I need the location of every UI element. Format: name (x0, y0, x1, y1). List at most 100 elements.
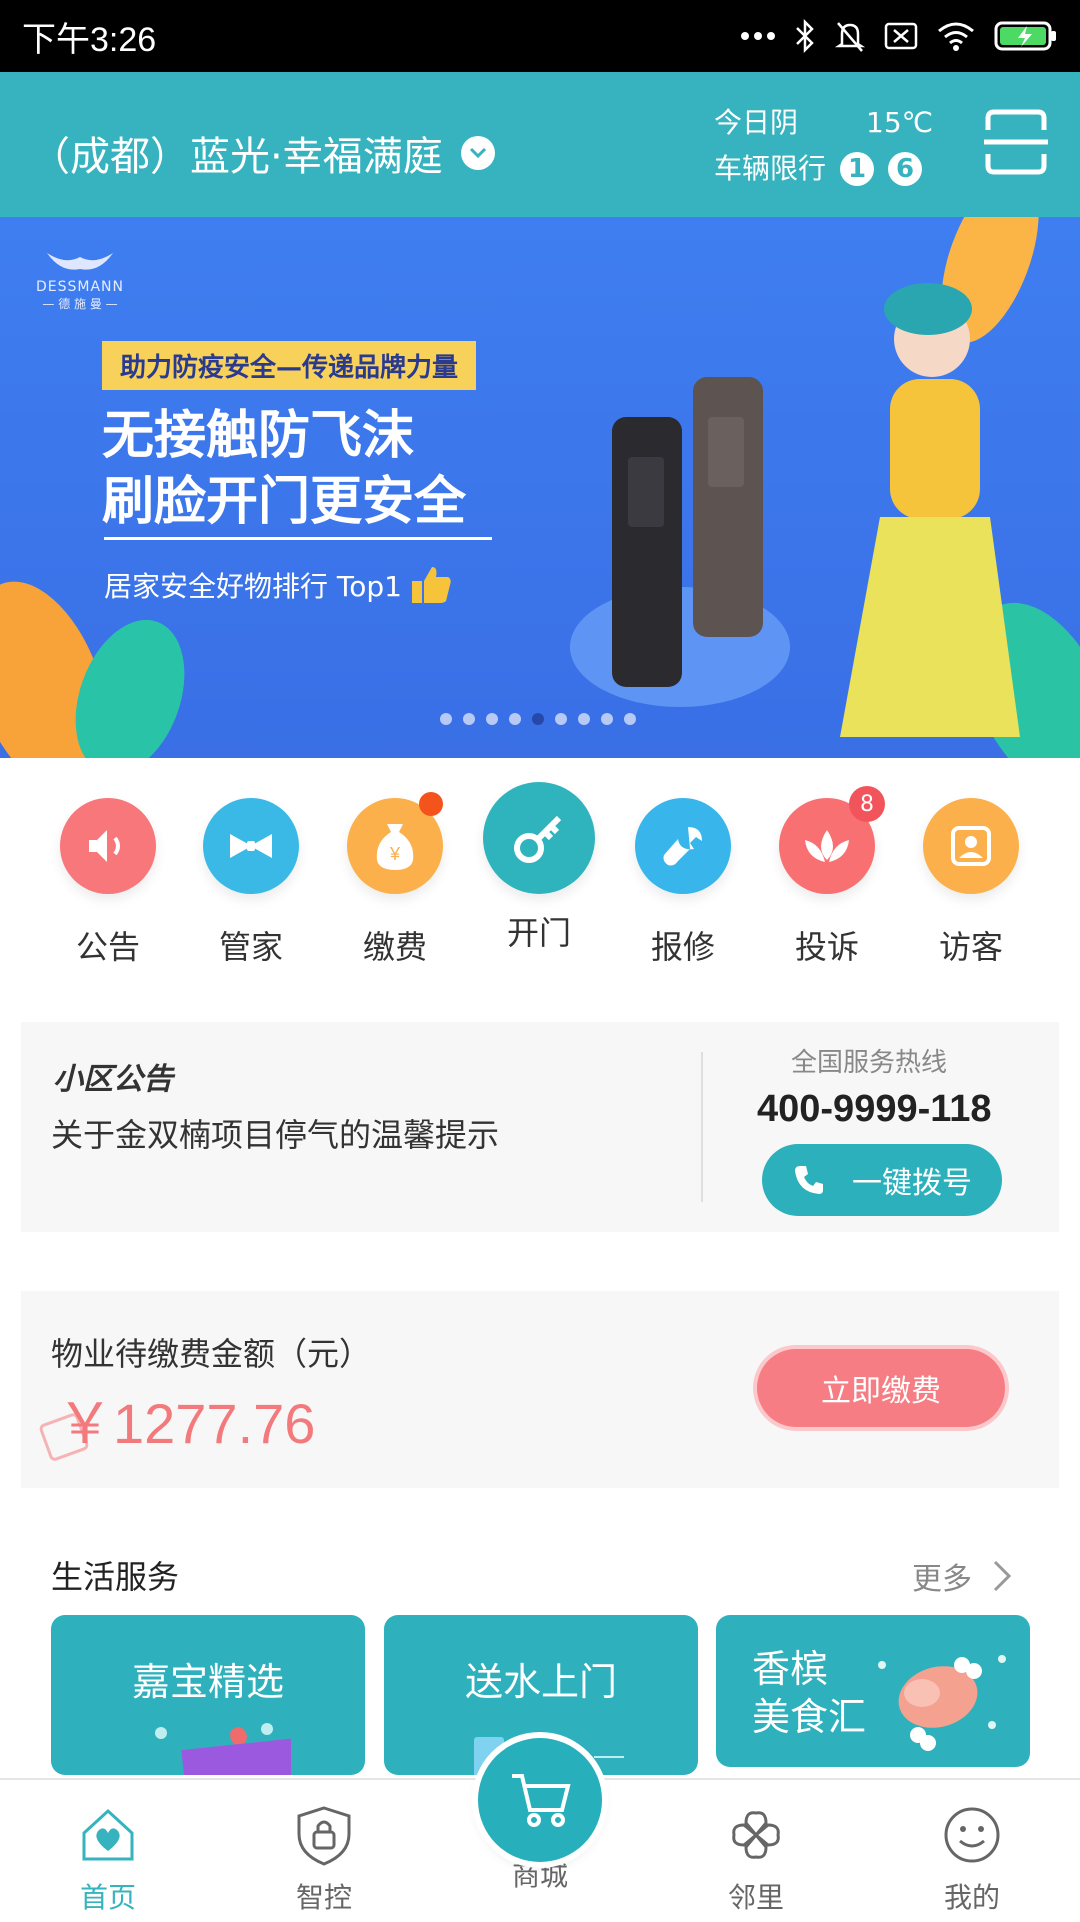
function-label: 开门 (506, 914, 571, 952)
community-selector[interactable]: （成都）蓝光·幸福满庭 (30, 124, 495, 182)
temperature: 15℃ (866, 106, 934, 139)
promo-banner[interactable]: DESSMANN — 德 施 曼 — 助力防疫安全—传递品牌力量 无接触防飞沫 … (0, 217, 1080, 758)
brand-name: DESSMANN (36, 279, 125, 295)
function-item[interactable]: 访客 (899, 770, 1043, 968)
restriction-number-2: 6 (888, 152, 923, 186)
pay-now-button[interactable]: 立即缴费 (757, 1349, 1005, 1427)
scan-icon[interactable] (984, 108, 1048, 176)
brand-logo: DESSMANN — 德 施 曼 — (36, 247, 124, 312)
wifi-icon (938, 22, 974, 51)
function-label: 报修 (650, 928, 715, 966)
function-item[interactable]: 报修 (611, 770, 755, 968)
pagination-dot[interactable] (532, 713, 544, 725)
bell-off-icon (834, 22, 866, 52)
svg-text:¥: ¥ (389, 844, 401, 864)
tab-neighbor[interactable]: 邻里 (696, 1780, 816, 1916)
lotus-icon[interactable]: 8 (779, 786, 885, 894)
phone-icon (795, 1166, 823, 1194)
chevron-down-icon[interactable] (460, 136, 495, 170)
weather-label: 今日阴 (714, 106, 799, 139)
community-name: （成都）蓝光·幸福满庭 (30, 134, 443, 180)
status-icons (740, 19, 1058, 53)
hotline-label: 全国服务热线 (791, 1048, 948, 1078)
battery-charging-icon (994, 21, 1056, 51)
restriction-label: 车辆限行 (714, 152, 827, 185)
function-label: 访客 (938, 928, 1003, 966)
tab-label: 首页 (79, 1881, 136, 1914)
pagination-dot[interactable] (624, 713, 636, 725)
notification-dot (419, 792, 443, 816)
dial-label: 一键拨号 (852, 1166, 972, 1201)
chevron-right-icon (993, 1560, 1012, 1592)
pagination-dot[interactable] (463, 713, 475, 725)
service-card-label: 嘉宝精选 (131, 1660, 284, 1704)
key-icon[interactable] (483, 782, 595, 894)
notice-title: 小区公告 (53, 1062, 173, 1097)
tab-mine[interactable]: 我的 (912, 1780, 1032, 1916)
bowtie-icon[interactable] (203, 798, 299, 894)
fee-title: 物业待缴费金额（元） (51, 1335, 372, 1373)
visitor-icon[interactable] (923, 798, 1019, 894)
gift-icon (155, 1723, 291, 1775)
dial-button[interactable]: 一键拨号 (762, 1144, 1002, 1216)
function-item[interactable]: 8 投诉 (755, 770, 899, 968)
thumbs-up-icon (411, 567, 451, 603)
speaker-icon[interactable] (60, 798, 156, 894)
pagination-dot[interactable] (555, 713, 567, 725)
notification-badge: 8 (849, 786, 885, 822)
service-card-food[interactable]: 香槟 美食汇 (716, 1615, 1030, 1767)
tab-label: 我的 (943, 1881, 1000, 1914)
function-label: 投诉 (794, 928, 859, 966)
bluetooth-icon (796, 19, 814, 53)
restriction-number-1: 1 (840, 152, 875, 186)
shield-lock-icon (297, 1806, 351, 1866)
function-grid: 公告 管家 ¥ 缴费 开门 报修 8 投诉 访客 (0, 770, 1080, 980)
status-time: 下午3:26 (22, 20, 157, 59)
top-header: （成都）蓝光·幸福满庭 今日阴 15℃ 车辆限行 1 6 (0, 72, 1080, 217)
tab-control[interactable]: 智控 (264, 1780, 384, 1916)
function-item[interactable]: 开门 (467, 770, 611, 954)
tab-label: 智控 (295, 1881, 352, 1914)
tab-label: 邻里 (727, 1881, 784, 1914)
pagination-dot[interactable] (509, 713, 521, 725)
pagination-dot[interactable] (486, 713, 498, 725)
smiley-icon (944, 1807, 1000, 1863)
wrench-icon[interactable] (635, 798, 731, 894)
more-label: 更多 (912, 1562, 972, 1597)
tab-home[interactable]: 首页 (48, 1780, 168, 1916)
fee-card: 物业待缴费金额（元） ￥1277.76 立即缴费 (21, 1291, 1059, 1488)
banner-pagination (440, 713, 636, 725)
function-item[interactable]: 公告 (36, 770, 180, 968)
notice-card[interactable]: 小区公告 关于金双楠项目停气的温馨提示 全国服务热线 400-9999-118 … (21, 1022, 1059, 1232)
pagination-dot[interactable] (578, 713, 590, 725)
banner-subline: 居家安全好物排行 Top1 (104, 565, 452, 605)
life-services-title: 生活服务 (51, 1558, 180, 1596)
service-card-label: 送水上门 (464, 1660, 617, 1704)
money-bag-icon[interactable]: ¥ (347, 792, 443, 894)
function-item[interactable]: 管家 (179, 770, 323, 968)
notice-text[interactable]: 关于金双楠项目停气的温馨提示 (51, 1110, 499, 1156)
weather-widget: 今日阴 15℃ 车辆限行 1 6 (714, 100, 933, 192)
headline-line-2: 刷脸开门更安全 (102, 472, 467, 532)
banner-headline: 无接触防飞沫 刷脸开门更安全 (102, 403, 466, 535)
headline-line-1: 无接触防飞沫 (102, 406, 415, 466)
home-heart-icon (82, 1808, 134, 1861)
status-bar: 下午3:26 (0, 0, 1080, 72)
more-link[interactable]: 更多 (912, 1554, 1012, 1598)
mall-cart-button[interactable] (478, 1738, 602, 1862)
clover-icon (732, 1811, 780, 1859)
food-icon (878, 1655, 1006, 1751)
shopping-cart-icon (512, 1774, 571, 1827)
function-label: 管家 (218, 928, 283, 966)
subline-text: 居家安全好物排行 Top1 (104, 570, 402, 603)
function-item[interactable]: ¥ 缴费 (323, 770, 467, 968)
pagination-dot[interactable] (601, 713, 613, 725)
more-dots-icon (741, 32, 775, 40)
sim-off-icon (884, 22, 918, 50)
function-label: 公告 (75, 928, 140, 966)
hotline-number: 400-9999-118 (757, 1088, 992, 1130)
banner-tagline: 助力防疫安全—传递品牌力量 (102, 341, 477, 390)
pagination-dot[interactable] (440, 713, 452, 725)
service-card-jiabao[interactable]: 嘉宝精选 (51, 1615, 365, 1775)
notice-divider (701, 1052, 703, 1202)
